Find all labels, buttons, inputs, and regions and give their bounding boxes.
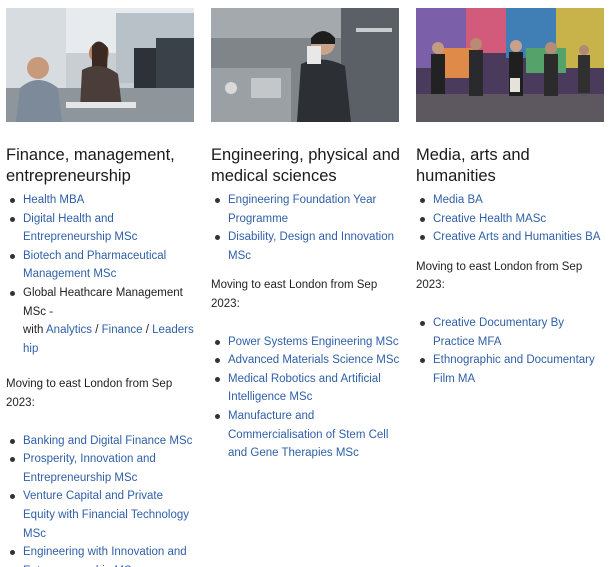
list-item: Medical Robotics and Artificial Intellig…: [211, 370, 401, 407]
list-item: Creative Documentary By Practice MFA: [416, 314, 606, 351]
category-heading: Media, arts and humanities: [416, 146, 530, 185]
list-item: Creative Health MASc: [416, 210, 606, 229]
course-list: Engineering Foundation Year Programme Di…: [211, 191, 401, 265]
course-link[interactable]: Power Systems Engineering MSc: [228, 336, 399, 348]
finance-photo: [6, 8, 194, 122]
course-list-east-london: Banking and Digital Finance MSc Prosperi…: [6, 432, 196, 567]
course-link[interactable]: Advanced Materials Science MSc: [228, 354, 399, 366]
column-media: Media, arts and humanities Media BA Crea…: [416, 8, 606, 388]
list-item: Digital Health and Entrepreneurship MSc: [6, 210, 196, 247]
course-link[interactable]: Biotech and Pharmaceutical Management MS…: [23, 250, 166, 281]
moving-note: Moving to east London from Sep 2023:: [416, 260, 583, 292]
list-item: Manufacture and Commercialisation of Ste…: [211, 407, 401, 463]
course-link[interactable]: Banking and Digital Finance MSc: [23, 435, 192, 447]
separator: /: [92, 324, 102, 337]
course-list-east-london: Creative Documentary By Practice MFA Eth…: [416, 314, 606, 388]
column-finance: Finance, management, entrepreneurship He…: [6, 8, 196, 567]
list-item: Prosperity, Innovation and Entrepreneurs…: [6, 450, 196, 487]
course-link[interactable]: Venture Capital and Private Equity with …: [23, 490, 189, 539]
course-link[interactable]: Creative Health MASc: [433, 213, 546, 225]
category-heading: Finance, management, entrepreneurship: [6, 146, 175, 185]
separator: /: [142, 324, 153, 337]
course-link[interactable]: Medical Robotics and Artificial Intellig…: [228, 373, 381, 404]
course-link[interactable]: Manufacture and Commercialisation of Ste…: [228, 410, 388, 459]
course-link[interactable]: Prosperity, Innovation and Entrepreneurs…: [23, 453, 156, 484]
list-item: Banking and Digital Finance MSc: [6, 432, 196, 451]
list-item: Ethnographic and Documentary Film MA: [416, 351, 606, 388]
list-item: Media BA: [416, 191, 606, 210]
moving-note: Moving to east London from Sep 2023:: [211, 279, 378, 310]
list-item: Venture Capital and Private Equity with …: [6, 487, 196, 543]
list-item: Disability, Design and Innovation MSc: [211, 228, 401, 265]
course-list: Health MBA Digital Health and Entreprene…: [6, 191, 196, 358]
finance-link[interactable]: Finance: [102, 324, 143, 336]
category-heading: Engineering, physical and medical scienc…: [211, 146, 400, 185]
course-link[interactable]: Digital Health and Entrepreneurship MSc: [23, 213, 137, 244]
engineering-photo: [211, 8, 399, 122]
course-link[interactable]: Engineering with Innovation and Entrepre…: [23, 546, 187, 567]
course-list: Media BA Creative Health MASc Creative A…: [416, 191, 606, 247]
course-link[interactable]: Creative Documentary By Practice MFA: [433, 317, 564, 348]
list-item: Creative Arts and Humanities BA: [416, 228, 606, 247]
course-link[interactable]: Engineering Foundation Year Programme: [228, 194, 376, 225]
list-item: Engineering with Innovation and Entrepre…: [6, 543, 196, 567]
list-item-global-healthcare: Global Heathcare Management MSc - with A…: [6, 284, 196, 358]
media-photo: [416, 8, 604, 122]
list-item: Health MBA: [6, 191, 196, 210]
moving-note: Moving to east London from Sep 2023:: [6, 378, 173, 409]
course-link[interactable]: Disability, Design and Innovation MSc: [228, 231, 394, 262]
list-item: Biotech and Pharmaceutical Management MS…: [6, 247, 196, 284]
list-item: Power Systems Engineering MSc: [211, 333, 401, 352]
list-item: Advanced Materials Science MSc: [211, 351, 401, 370]
course-link[interactable]: Ethnographic and Documentary Film MA: [433, 354, 595, 385]
course-link[interactable]: Creative Arts and Humanities BA: [433, 231, 600, 243]
course-link[interactable]: Health MBA: [23, 194, 84, 206]
analytics-link[interactable]: Analytics: [46, 324, 92, 336]
course-link[interactable]: Media BA: [433, 194, 483, 206]
with-word: with: [23, 324, 47, 337]
course-list-east-london: Power Systems Engineering MSc Advanced M…: [211, 333, 401, 463]
column-engineering: Engineering, physical and medical scienc…: [211, 8, 401, 463]
list-item: Engineering Foundation Year Programme: [211, 191, 401, 228]
course-text: Global Heathcare Management MSc -: [23, 286, 183, 318]
